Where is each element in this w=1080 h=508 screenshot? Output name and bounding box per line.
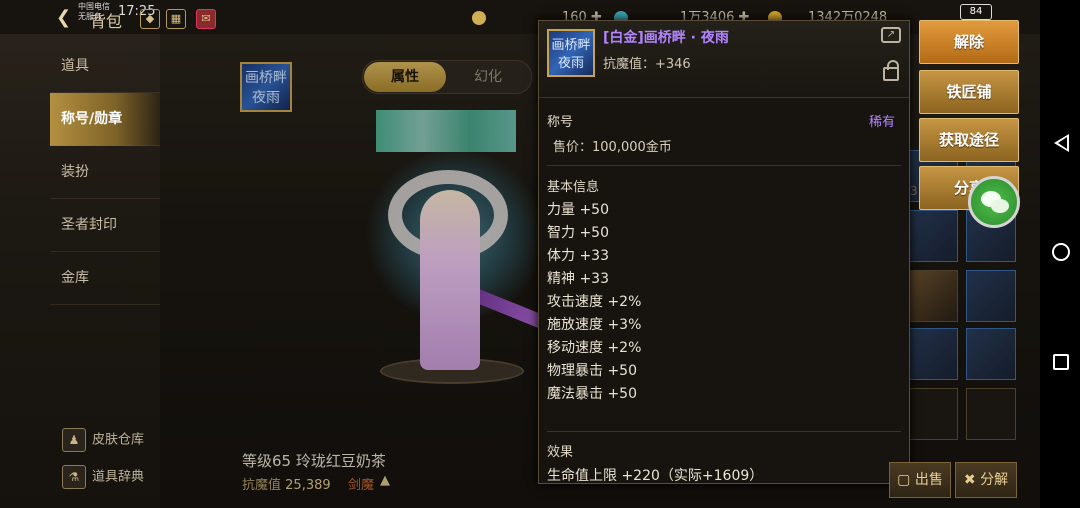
character-class: 剑魔 bbox=[348, 478, 375, 493]
stat-line: 体力 +33 bbox=[547, 248, 609, 264]
tab-transmog[interactable]: 幻化 bbox=[447, 62, 529, 92]
sell-button[interactable]: ▢ 出售 bbox=[889, 462, 951, 498]
decompose-icon: ✖ bbox=[963, 472, 981, 488]
divider bbox=[547, 165, 901, 166]
calendar-icon[interactable]: ▦ bbox=[166, 9, 186, 29]
nav-back-icon[interactable] bbox=[1054, 134, 1069, 152]
decompose-button[interactable]: ✖ 分解 bbox=[955, 462, 1017, 498]
mailbox-icon[interactable]: ✉ bbox=[196, 9, 216, 29]
equipped-title-badge[interactable]: 画桥畔夜雨 bbox=[240, 62, 292, 112]
power-label: 抗魔值 bbox=[242, 478, 282, 493]
item-power: 抗魔值：+346 bbox=[603, 57, 691, 72]
character-power: 抗魔值 25,389 bbox=[242, 474, 331, 493]
sidebar-item-items[interactable]: 道具 bbox=[50, 40, 160, 93]
nav-home-icon[interactable] bbox=[1052, 243, 1070, 261]
tab-attributes[interactable]: 属性 bbox=[364, 62, 446, 92]
stat-list: 力量 +50 智力 +50 体力 +33 精神 +33 攻击速度 +2% 施放速… bbox=[547, 199, 641, 406]
person-icon: ♟ bbox=[62, 428, 86, 452]
sidebar-item-avatar[interactable]: 装扮 bbox=[50, 146, 160, 199]
tooltip-header: 画桥畔夜雨 [白金]画桥畔 · 夜雨 抗魔值：+346 ↗ bbox=[539, 21, 909, 98]
power-value: 25,389 bbox=[285, 478, 331, 493]
wechat-icon[interactable] bbox=[968, 176, 1020, 228]
slot-count: 3 bbox=[910, 184, 918, 198]
item-dictionary-link[interactable]: ⚗ 道具辞典 bbox=[62, 465, 144, 489]
obtain-source-button[interactable]: 获取途径 bbox=[919, 118, 1019, 162]
stat-line: 物理暴击 +50 bbox=[547, 363, 637, 379]
item-name: [白金]画桥畔 · 夜雨 bbox=[603, 30, 729, 46]
stat-line: 魔法暴击 +50 bbox=[547, 386, 637, 402]
back-arrow-icon[interactable]: ❮ bbox=[56, 9, 74, 27]
sidebar-item-vault[interactable]: 金库 bbox=[50, 252, 160, 305]
stat-line: 移动速度 +2% bbox=[547, 340, 642, 356]
coin-icon bbox=[472, 10, 486, 25]
rank-chevron-icon[interactable]: ▲ bbox=[380, 474, 402, 488]
book-icon: ⚗ bbox=[62, 465, 86, 489]
export-icon[interactable]: ↗ bbox=[881, 27, 901, 43]
coin-currency bbox=[472, 8, 490, 28]
title-badge-text: 画桥畔夜雨 bbox=[245, 70, 287, 106]
inventory-slot[interactable] bbox=[908, 328, 958, 380]
sidebar-item-seal[interactable]: 圣者封印 bbox=[50, 199, 160, 252]
basic-info-heading: 基本信息 bbox=[547, 180, 600, 195]
effect-heading: 效果 bbox=[547, 445, 574, 460]
nav-recents-icon[interactable] bbox=[1053, 354, 1069, 370]
inventory-slot[interactable] bbox=[908, 270, 958, 322]
remove-button[interactable]: 解除 bbox=[919, 20, 1019, 64]
view-tabs: 属性 幻化 bbox=[362, 60, 532, 94]
blacksmith-button[interactable]: 铁匠铺 bbox=[919, 70, 1019, 114]
inventory-slot[interactable] bbox=[908, 388, 958, 440]
item-icon-text: 画桥畔夜雨 bbox=[551, 38, 591, 71]
lock-icon[interactable] bbox=[883, 60, 899, 81]
diamond-icon[interactable]: ◆ bbox=[140, 9, 160, 29]
inventory-slot[interactable] bbox=[966, 328, 1016, 380]
sell-label: 出售 bbox=[914, 472, 943, 488]
battery-indicator: 84 bbox=[960, 4, 992, 20]
character-model[interactable] bbox=[420, 190, 480, 370]
effect-line: 生命值上限 +220（实际+1609） bbox=[547, 468, 764, 484]
item-category: 称号 bbox=[547, 115, 574, 130]
stat-line: 攻击速度 +2% bbox=[547, 294, 642, 310]
item-tooltip: 画桥畔夜雨 [白金]画桥畔 · 夜雨 抗魔值：+346 ↗ 称号 稀有 售价：1… bbox=[538, 20, 910, 484]
item-dictionary-label: 道具辞典 bbox=[92, 469, 145, 485]
inventory-slot[interactable] bbox=[908, 210, 958, 262]
item-price: 售价：100,000金币 bbox=[553, 140, 672, 155]
stat-line: 施放速度 +3% bbox=[547, 317, 642, 333]
decompose-label: 分解 bbox=[980, 472, 1009, 488]
skin-storage-label: 皮肤仓库 bbox=[92, 432, 145, 448]
skin-storage-link[interactable]: ♟ 皮肤仓库 bbox=[62, 428, 144, 452]
stat-line: 力量 +50 bbox=[547, 202, 609, 218]
character-name: 等级65 玲珑红豆奶茶 bbox=[242, 452, 386, 470]
divider bbox=[547, 431, 901, 432]
category-sidebar: 道具 称号/勋章 装扮 圣者封印 金库 bbox=[50, 40, 160, 305]
item-rarity: 稀有 bbox=[869, 115, 896, 130]
inventory-slot[interactable] bbox=[966, 388, 1016, 440]
stat-line: 智力 +50 bbox=[547, 225, 609, 241]
game-screen: 中国电信 无服务 ❮ 背包 17:25 ◆ ▦ ✉ 160 ✚ 1万3406 ✚… bbox=[0, 0, 1040, 508]
sell-icon: ▢ bbox=[897, 472, 915, 488]
stat-line: 精神 +33 bbox=[547, 271, 609, 287]
inventory-slot[interactable] bbox=[966, 270, 1016, 322]
sidebar-item-titles-medals[interactable]: 称号/勋章 bbox=[50, 93, 160, 146]
blurred-nameplate bbox=[376, 110, 516, 152]
android-nav-bar bbox=[1040, 0, 1080, 508]
item-icon: 画桥畔夜雨 bbox=[547, 29, 595, 77]
